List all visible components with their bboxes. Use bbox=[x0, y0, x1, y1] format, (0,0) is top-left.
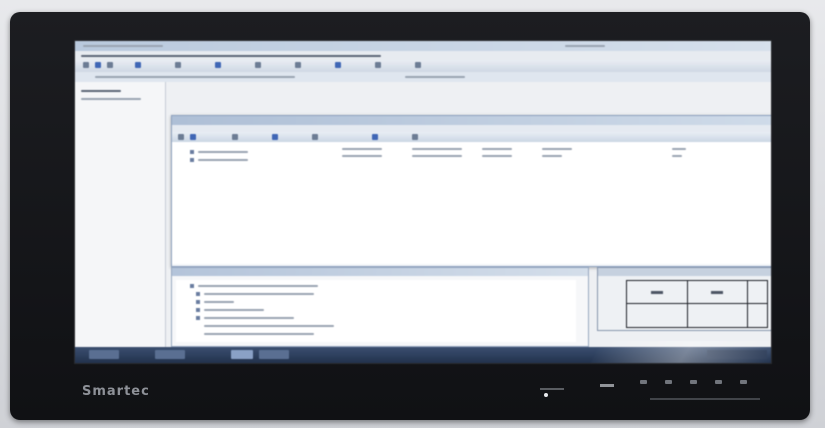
panel-label-strip bbox=[650, 398, 760, 400]
event-log-titlebar bbox=[172, 268, 588, 276]
toolbar-icon[interactable] bbox=[232, 134, 238, 140]
hardware-buttons bbox=[640, 380, 747, 384]
screen-glare bbox=[588, 341, 771, 363]
log-text-blur bbox=[204, 301, 234, 303]
event-icon bbox=[196, 316, 200, 320]
column-header-blur bbox=[342, 148, 382, 150]
main-toolbar[interactable] bbox=[75, 60, 771, 72]
toolbar-icon[interactable] bbox=[95, 62, 101, 68]
column-header-blur bbox=[672, 148, 686, 150]
toolbar-icon[interactable] bbox=[295, 62, 301, 68]
column-header-blur bbox=[412, 148, 462, 150]
toolbar-icon[interactable] bbox=[312, 134, 318, 140]
device-list-body[interactable] bbox=[172, 142, 771, 264]
title-text-blur bbox=[565, 45, 605, 47]
cell-text-blur bbox=[542, 155, 562, 157]
event-log-window[interactable] bbox=[171, 267, 589, 347]
log-text-blur bbox=[198, 285, 318, 287]
log-text-blur bbox=[204, 293, 314, 295]
toolbar-icon[interactable] bbox=[255, 62, 261, 68]
nav-text-blur bbox=[81, 90, 121, 92]
main-menubar[interactable] bbox=[75, 51, 771, 60]
event-icon bbox=[190, 284, 194, 288]
toolbar-icon[interactable] bbox=[107, 62, 113, 68]
taskbar-item[interactable] bbox=[231, 350, 253, 359]
toolbar-icon[interactable] bbox=[175, 62, 181, 68]
toolbar-icon[interactable] bbox=[335, 62, 341, 68]
device-list-menubar[interactable] bbox=[172, 125, 771, 132]
toolbar-icon[interactable] bbox=[415, 62, 421, 68]
taskbar-item[interactable] bbox=[155, 350, 185, 359]
layout-grid-titlebar bbox=[598, 268, 771, 276]
device-list-titlebar bbox=[172, 116, 771, 125]
monitor-screen bbox=[74, 40, 772, 364]
device-list-toolbar[interactable] bbox=[172, 132, 771, 142]
device-list-window[interactable] bbox=[171, 115, 771, 267]
log-text-blur bbox=[204, 309, 264, 311]
address-text-blur bbox=[95, 76, 295, 78]
start-button[interactable] bbox=[89, 350, 119, 359]
layout-grid-window[interactable] bbox=[597, 267, 771, 331]
hw-button-icon[interactable] bbox=[640, 380, 647, 384]
brand-logo: Smartec bbox=[82, 384, 150, 399]
title-text-blur bbox=[83, 45, 163, 47]
cell-text-blur bbox=[342, 155, 382, 157]
toolbar-icon[interactable] bbox=[215, 62, 221, 68]
cell-text-blur bbox=[672, 155, 682, 157]
event-icon bbox=[196, 308, 200, 312]
cell-label-blur bbox=[651, 291, 663, 294]
hw-button-icon[interactable] bbox=[715, 380, 722, 384]
camera-layout-grid[interactable] bbox=[626, 280, 768, 328]
power-led-icon bbox=[544, 393, 548, 397]
event-icon bbox=[196, 300, 200, 304]
device-icon bbox=[190, 158, 194, 162]
taskbar-item[interactable] bbox=[259, 350, 289, 359]
event-icon bbox=[196, 292, 200, 296]
power-indicator-line bbox=[540, 388, 564, 390]
hw-button-icon[interactable] bbox=[690, 380, 697, 384]
address-bar[interactable] bbox=[75, 72, 771, 82]
toolbar-icon[interactable] bbox=[135, 62, 141, 68]
cell-text-blur bbox=[482, 155, 512, 157]
menu-text-blur bbox=[81, 55, 381, 57]
main-titlebar bbox=[75, 41, 771, 51]
toolbar-icon[interactable] bbox=[190, 134, 196, 140]
toolbar-icon[interactable] bbox=[272, 134, 278, 140]
log-text-blur bbox=[204, 325, 334, 327]
grid-divider bbox=[627, 303, 767, 304]
column-header-blur bbox=[482, 148, 512, 150]
navigation-pane[interactable] bbox=[75, 82, 166, 352]
hw-button-icon[interactable] bbox=[740, 380, 747, 384]
cell-text-blur bbox=[412, 155, 462, 157]
event-log-body[interactable] bbox=[176, 280, 576, 342]
grid-divider bbox=[747, 281, 748, 327]
toolbar-icon[interactable] bbox=[372, 134, 378, 140]
row-text-blur bbox=[198, 151, 248, 153]
grid-divider bbox=[687, 281, 688, 327]
hw-button-icon[interactable] bbox=[665, 380, 672, 384]
toolbar-icon[interactable] bbox=[375, 62, 381, 68]
row-text-blur bbox=[198, 159, 248, 161]
column-header-blur bbox=[542, 148, 572, 150]
device-icon bbox=[190, 150, 194, 154]
cell-label-blur bbox=[711, 291, 723, 294]
nav-text-blur bbox=[81, 98, 141, 100]
toolbar-icon[interactable] bbox=[83, 62, 89, 68]
address-text-blur bbox=[405, 76, 465, 78]
log-text-blur bbox=[204, 317, 294, 319]
status-led bbox=[600, 384, 614, 387]
toolbar-icon[interactable] bbox=[178, 134, 184, 140]
toolbar-icon[interactable] bbox=[412, 134, 418, 140]
log-text-blur bbox=[204, 333, 314, 335]
